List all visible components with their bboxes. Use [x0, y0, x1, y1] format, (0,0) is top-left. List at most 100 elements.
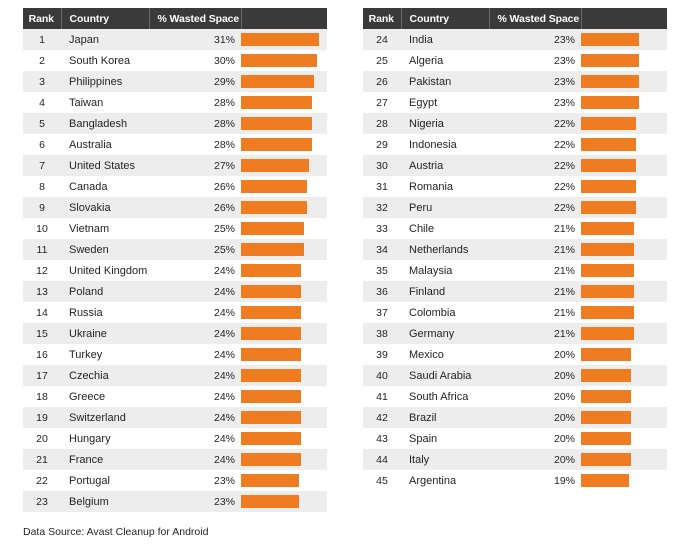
cell-country: Algeria — [401, 50, 489, 71]
cell-country: Russia — [61, 302, 149, 323]
cell-bar — [581, 71, 667, 92]
cell-bar — [581, 281, 667, 302]
cell-bar — [581, 239, 667, 260]
cell-country: Malaysia — [401, 260, 489, 281]
table-row: 17 Czechia 24% — [23, 365, 327, 386]
table-row: 15 Ukraine 24% — [23, 323, 327, 344]
table-row: 11 Sweden 25% — [23, 239, 327, 260]
cell-pct: 24% — [149, 260, 241, 281]
cell-bar — [581, 176, 667, 197]
value-bar — [241, 117, 312, 130]
cell-country: India — [401, 29, 489, 50]
column-header-country: Country — [61, 8, 150, 29]
cell-country: Bangladesh — [61, 113, 149, 134]
cell-bar — [241, 491, 327, 512]
cell-bar — [581, 407, 667, 428]
cell-country: Austria — [401, 155, 489, 176]
value-bar — [581, 327, 634, 340]
table-row: 8 Canada 26% — [23, 176, 327, 197]
cell-bar — [241, 323, 327, 344]
ranking-table-right: Rank Country % Wasted Space 24 India 23% 25… — [363, 8, 667, 491]
cell-bar — [241, 302, 327, 323]
value-bar — [581, 390, 632, 403]
value-bar — [241, 96, 312, 109]
cell-pct: 23% — [149, 470, 241, 491]
cell-country: Poland — [61, 281, 149, 302]
cell-rank: 33 — [363, 218, 401, 239]
cell-bar — [241, 92, 327, 113]
cell-bar — [241, 113, 327, 134]
table-row: 13 Poland 24% — [23, 281, 327, 302]
cell-country: Czechia — [61, 365, 149, 386]
cell-bar — [581, 155, 667, 176]
value-bar — [241, 306, 302, 319]
cell-rank: 27 — [363, 92, 401, 113]
column-header-rank: Rank — [23, 8, 62, 29]
cell-pct: 24% — [149, 428, 241, 449]
table-row: 30 Austria 22% — [363, 155, 667, 176]
cell-rank: 12 — [23, 260, 61, 281]
cell-pct: 24% — [149, 344, 241, 365]
cell-pct: 29% — [149, 71, 241, 92]
table-row: 32 Peru 22% — [363, 197, 667, 218]
cell-bar — [241, 449, 327, 470]
cell-pct: 25% — [149, 218, 241, 239]
value-bar — [581, 369, 632, 382]
cell-bar — [581, 113, 667, 134]
cell-rank: 18 — [23, 386, 61, 407]
table-row: 23 Belgium 23% — [23, 491, 327, 512]
cell-bar — [241, 239, 327, 260]
table-row: 22 Portugal 23% — [23, 470, 327, 491]
cell-pct: 21% — [489, 281, 581, 302]
value-bar — [581, 474, 629, 487]
value-bar — [241, 453, 302, 466]
value-bar — [241, 285, 302, 298]
cell-bar — [241, 155, 327, 176]
value-bar — [241, 33, 320, 46]
cell-rank: 2 — [23, 50, 61, 71]
column-header-pct: % Wasted Space — [489, 8, 582, 29]
cell-pct: 20% — [489, 407, 581, 428]
cell-country: Belgium — [61, 491, 149, 512]
value-bar — [241, 54, 317, 67]
table-row: 2 South Korea 30% — [23, 50, 327, 71]
cell-pct: 23% — [489, 50, 581, 71]
value-bar — [241, 264, 302, 277]
cell-country: Saudi Arabia — [401, 365, 489, 386]
table-row: 27 Egypt 23% — [363, 92, 667, 113]
cell-pct: 22% — [489, 155, 581, 176]
value-bar — [241, 369, 302, 382]
header-row: Rank Country % Wasted Space — [23, 8, 327, 29]
table-row: 45 Argentina 19% — [363, 470, 667, 491]
column-header-rank: Rank — [363, 8, 402, 29]
cell-rank: 11 — [23, 239, 61, 260]
cell-rank: 45 — [363, 470, 401, 491]
cell-pct: 24% — [149, 407, 241, 428]
cell-rank: 40 — [363, 365, 401, 386]
table-header: Rank Country % Wasted Space — [363, 8, 667, 29]
cell-bar — [241, 428, 327, 449]
value-bar — [581, 432, 632, 445]
cell-country: Mexico — [401, 344, 489, 365]
value-bar — [241, 474, 299, 487]
value-bar — [581, 306, 634, 319]
cell-bar — [581, 260, 667, 281]
cell-pct: 30% — [149, 50, 241, 71]
table-row: 33 Chile 21% — [363, 218, 667, 239]
cell-pct: 20% — [489, 449, 581, 470]
value-bar — [241, 75, 315, 88]
value-bar — [581, 54, 639, 67]
table-row: 6 Australia 28% — [23, 134, 327, 155]
value-bar — [241, 411, 302, 424]
cell-country: Ukraine — [61, 323, 149, 344]
cell-bar — [581, 365, 667, 386]
table-row: 18 Greece 24% — [23, 386, 327, 407]
table-row: 5 Bangladesh 28% — [23, 113, 327, 134]
cell-rank: 39 — [363, 344, 401, 365]
table-row: 43 Spain 20% — [363, 428, 667, 449]
table-row: 28 Nigeria 22% — [363, 113, 667, 134]
cell-pct: 28% — [149, 134, 241, 155]
table-body: 1 Japan 31% 2 South Korea 30% 3 Philippines 29% 4… — [23, 29, 327, 512]
cell-country: South Korea — [61, 50, 149, 71]
cell-bar — [241, 281, 327, 302]
